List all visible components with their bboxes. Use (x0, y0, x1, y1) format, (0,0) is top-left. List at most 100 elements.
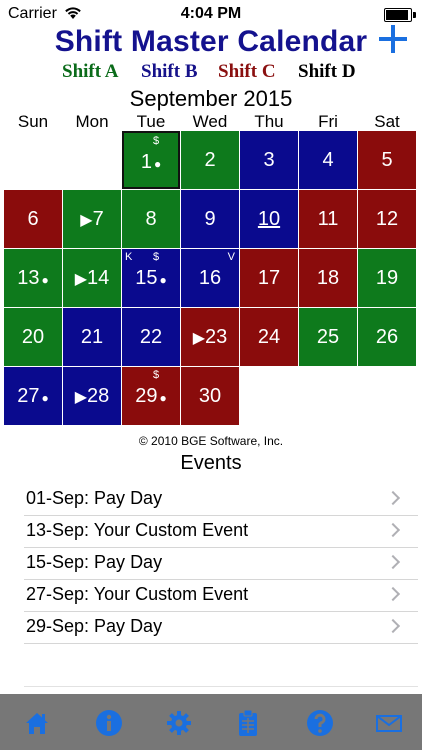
day-number-text: 22 (139, 326, 163, 348)
day-cell-5[interactable]: 5 (358, 131, 416, 189)
tab-mail[interactable] (374, 708, 404, 738)
event-dot-icon: ● (159, 391, 167, 405)
pay-day-marker: $ (152, 369, 160, 381)
info-icon (94, 710, 124, 742)
day-cell-22[interactable]: 22 (122, 308, 180, 366)
tab-clipboard[interactable] (233, 708, 263, 738)
day-number: 18 (299, 267, 357, 290)
day-number-text: 23 (205, 326, 228, 348)
arrow-icon: ▶ (74, 271, 88, 288)
day-cell-3[interactable]: 3 (240, 131, 298, 189)
event-row[interactable]: 15-Sep: Pay Day (24, 548, 418, 580)
add-button[interactable] (376, 22, 410, 56)
day-cell-25[interactable]: 25 (299, 308, 357, 366)
day-number-text: 25 (316, 326, 340, 348)
help-icon (305, 710, 335, 742)
day-number-text: 14 (87, 267, 110, 289)
day-number-text: 24 (257, 326, 281, 348)
chevron-right-icon (385, 490, 401, 506)
day-cell-26[interactable]: 26 (358, 308, 416, 366)
day-cell-9[interactable]: 9 (181, 190, 239, 248)
day-cell-8[interactable]: 8 (122, 190, 180, 248)
day-cell-17[interactable]: 17 (240, 249, 298, 307)
day-number: 6 (4, 208, 62, 231)
chevron-right-icon (385, 554, 401, 570)
day-cell-2[interactable]: 2 (181, 131, 239, 189)
tab-bar (0, 694, 422, 750)
day-number-text: 28 (87, 385, 110, 407)
day-number-text: 21 (80, 326, 104, 348)
day-number-text: 29 (135, 385, 158, 407)
day-cell-7[interactable]: ▶7 (63, 190, 121, 248)
weekday-mon: Mon (75, 112, 109, 131)
day-number-text: 19 (375, 267, 399, 289)
day-number: 8 (122, 208, 180, 231)
day-cell-20[interactable]: 20 (4, 308, 62, 366)
day-number-text: 20 (21, 326, 45, 348)
day-cell-29[interactable]: 29 ● $ (122, 367, 180, 425)
shift-label-b[interactable]: Shift B (141, 61, 198, 83)
shift-label-c[interactable]: Shift C (218, 61, 276, 83)
events-title: Events (180, 452, 242, 474)
day-cell-27[interactable]: 27 ● (4, 367, 62, 425)
event-row[interactable]: 13-Sep: Your Custom Event (24, 516, 418, 548)
day-cell-6[interactable]: 6 (4, 190, 62, 248)
day-cell-24[interactable]: 24 (240, 308, 298, 366)
day-number-text: 30 (198, 385, 222, 407)
tab-home[interactable] (22, 708, 52, 738)
tab-gear[interactable] (164, 708, 194, 738)
home-icon (22, 713, 52, 742)
shift-label-a[interactable]: Shift A (62, 61, 119, 83)
k-marker: K (125, 251, 133, 263)
day-number-text: 18 (316, 267, 340, 289)
day-number-text: 10 (257, 208, 281, 230)
day-cell-15[interactable]: 15 ● $ K (122, 249, 180, 307)
day-number-text: 16 (198, 267, 222, 289)
day-number: 4 (299, 149, 357, 172)
day-number: 20 (4, 326, 62, 349)
day-cell-16[interactable]: 16 V (181, 249, 239, 307)
day-cell-19[interactable]: 19 (358, 249, 416, 307)
event-dot-icon: ● (41, 391, 49, 405)
tab-info[interactable] (94, 708, 124, 738)
day-number: 19 (358, 267, 416, 290)
day-number-text: 17 (257, 267, 281, 289)
tab-help[interactable] (305, 708, 335, 738)
shift-label-d[interactable]: Shift D (298, 61, 356, 83)
day-number: 1 ● (124, 151, 178, 174)
day-number-text: 5 (381, 149, 393, 171)
day-cell-28[interactable]: ▶28 (63, 367, 121, 425)
day-cell-12[interactable]: 12 (358, 190, 416, 248)
day-cell-4[interactable]: 4 (299, 131, 357, 189)
arrow-icon: ▶ (74, 389, 88, 406)
day-cell-14[interactable]: ▶14 (63, 249, 121, 307)
day-number-text: 11 (317, 208, 339, 230)
day-number: 29 ● (122, 385, 180, 408)
day-cell-11[interactable]: 11 (299, 190, 357, 248)
day-number: ▶7 (63, 208, 121, 231)
day-number: ▶28 (63, 385, 121, 408)
event-label: 01-Sep: Pay Day (26, 488, 163, 508)
day-cell-1[interactable]: 1 ● $ (122, 131, 180, 189)
day-number-text: 8 (145, 208, 157, 230)
day-number: 30 (181, 385, 239, 408)
arrow-icon: ▶ (80, 212, 93, 229)
day-number: 11 (299, 208, 357, 231)
day-cell-18[interactable]: 18 (299, 249, 357, 307)
day-number-text: 26 (375, 326, 399, 348)
chevron-right-icon (385, 586, 401, 602)
day-cell-21[interactable]: 21 (63, 308, 121, 366)
day-cell-10[interactable]: 10 (240, 190, 298, 248)
day-number: 24 (240, 326, 298, 349)
day-cell-30[interactable]: 30 (181, 367, 239, 425)
event-label: 15-Sep: Pay Day (26, 552, 163, 572)
event-row[interactable]: 29-Sep: Pay Day (24, 612, 418, 644)
event-row[interactable]: 01-Sep: Pay Day (24, 484, 418, 516)
event-row[interactable]: 27-Sep: Your Custom Event (24, 580, 418, 612)
v-marker: V (227, 251, 235, 263)
day-cell-23[interactable]: ▶23 (181, 308, 239, 366)
month-label: September 2015 (129, 86, 293, 111)
day-cell-13[interactable]: 13 ● (4, 249, 62, 307)
gear-icon (164, 711, 194, 742)
weekday-sun: Sun (17, 112, 49, 131)
